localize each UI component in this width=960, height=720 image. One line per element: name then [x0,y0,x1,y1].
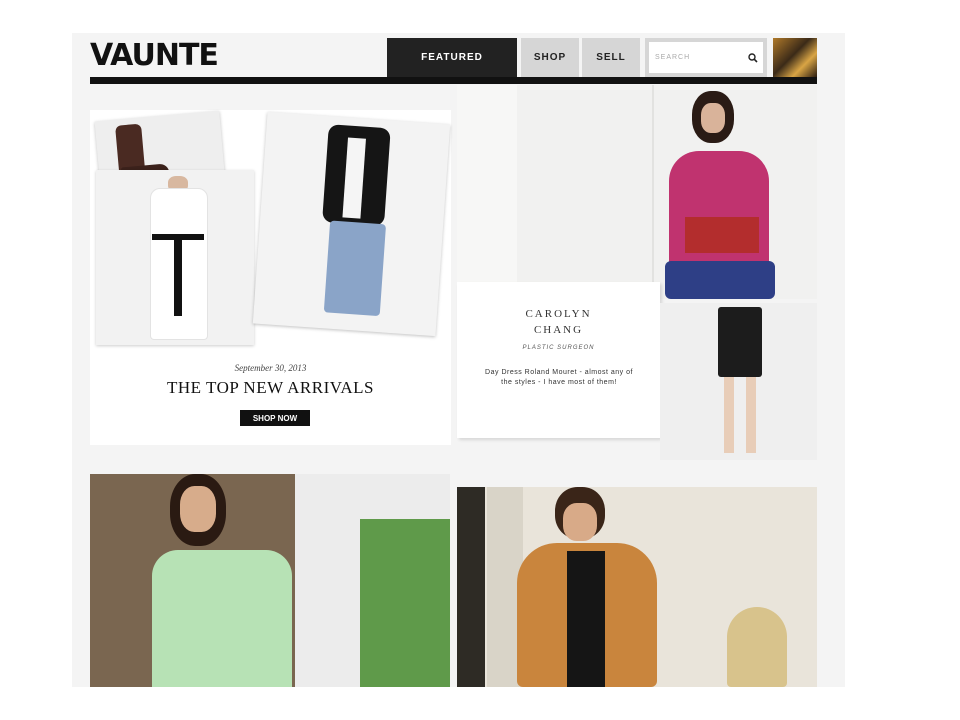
dress-photo [96,170,254,345]
skirt-photo[interactable] [660,303,817,460]
search-input[interactable] [649,42,763,73]
nav-shop-tab[interactable]: SHOP [521,38,579,77]
shop-now-button[interactable]: SHOP NOW [240,410,310,426]
arrivals-card[interactable]: September 30, 2013 THE TOP NEW ARRIVALS … [90,110,451,445]
arrivals-title[interactable]: THE TOP NEW ARRIVALS [90,378,451,398]
nav-sell-tab[interactable]: SELL [582,38,640,77]
profile-quote: Day Dress Roland Mouret - almost any of … [485,369,633,386]
user-avatar[interactable] [773,38,817,77]
search-icon[interactable] [747,52,759,64]
profile-name-line2: CHANG [533,324,584,336]
nav-featured-tab[interactable]: FEATURED [387,38,517,77]
vaunte-logo[interactable]: VAUNTE [90,39,219,73]
green-top-photo[interactable] [90,474,450,687]
search-bar [645,38,767,77]
profile-card[interactable]: CAROLYN CHANG PLASTIC SURGEON Day Dress … [457,282,660,438]
profile-name: CAROLYN CHANG [457,306,660,338]
profile-role: PLASTIC SURGEON [522,345,595,351]
header-rule [90,77,817,84]
fur-coat-photo[interactable] [457,487,817,687]
jacket-photo [252,111,451,337]
profile-name-line1: CAROLYN [525,308,592,320]
arrivals-date: September 30, 2013 [234,363,307,373]
vaunte-page: VAUNTE FEATURED SHOP SELL September 30, … [72,33,845,687]
carolyn-photo[interactable] [457,85,817,299]
